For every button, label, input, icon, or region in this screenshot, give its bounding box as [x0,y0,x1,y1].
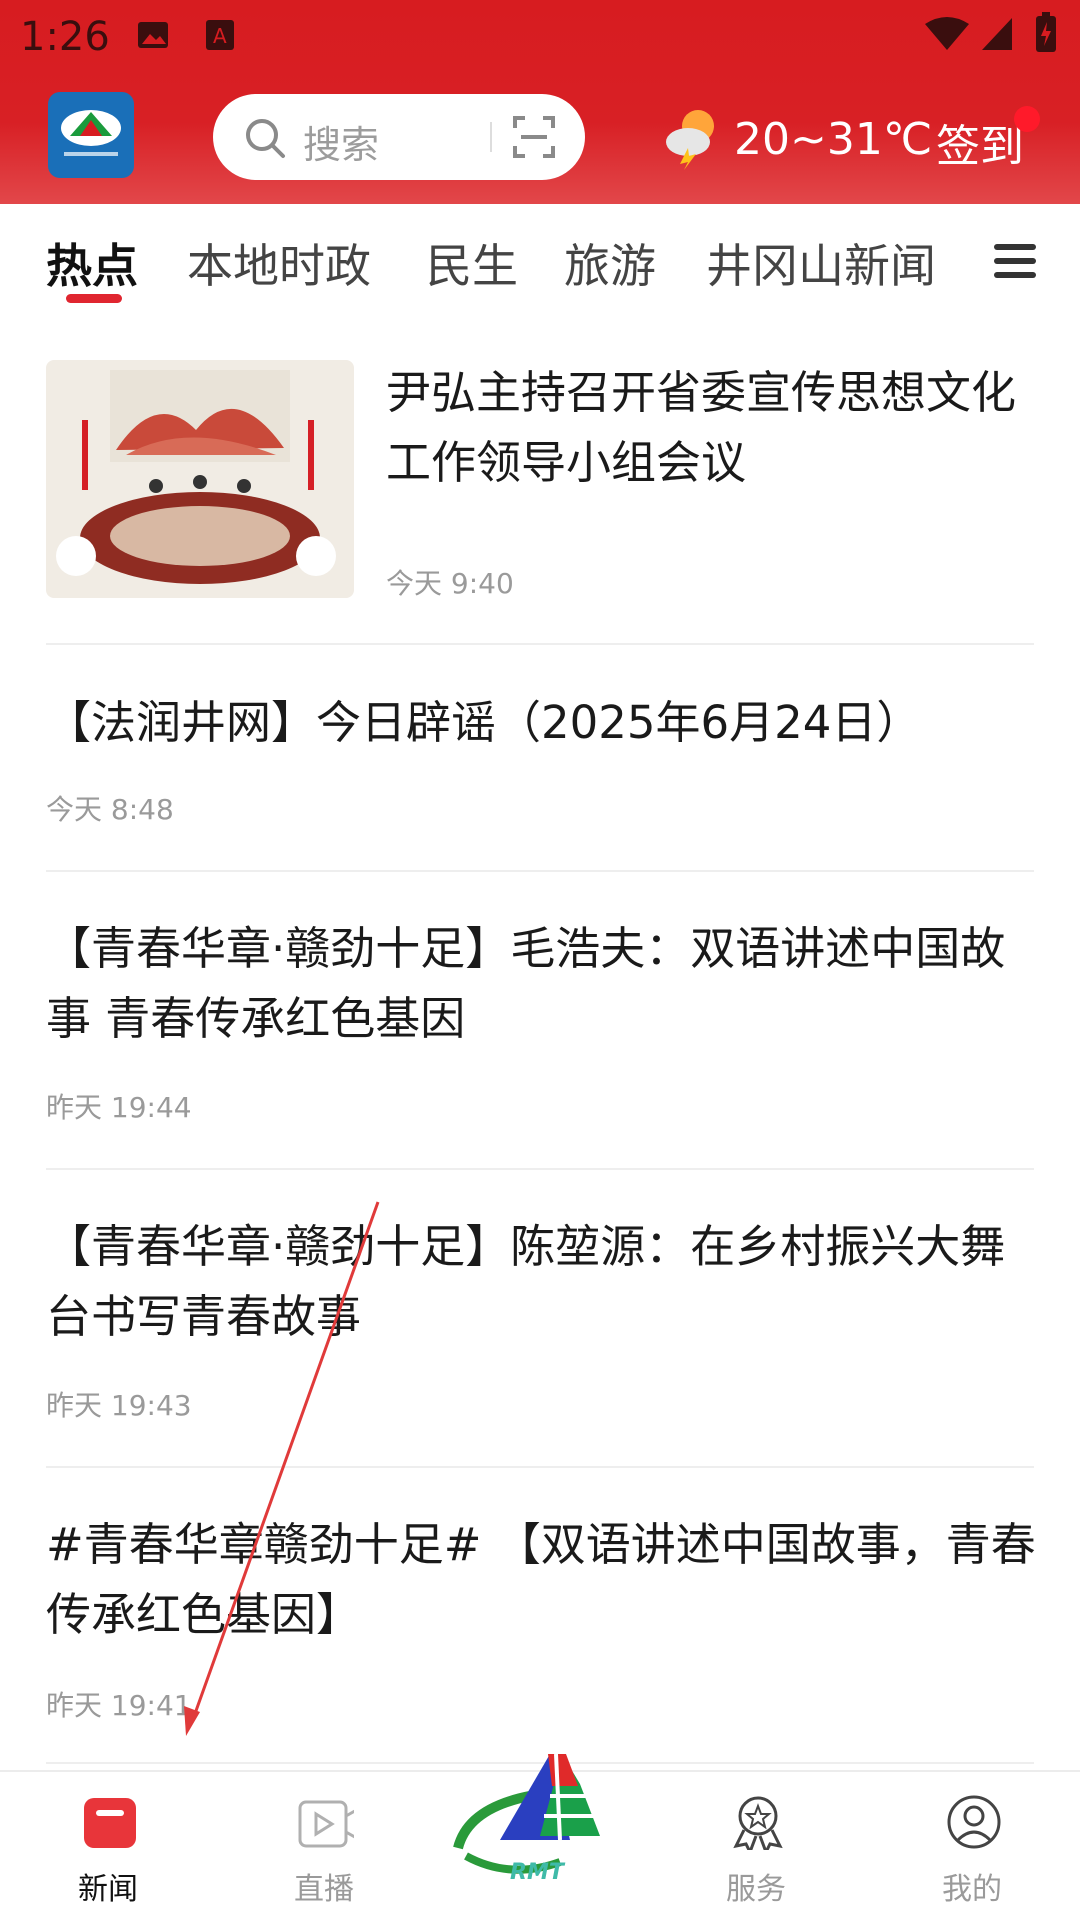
font-notification-icon: A [206,20,234,50]
nav-label: 新闻 [78,1872,138,1907]
tab-hot[interactable]: 热点 [46,230,138,296]
news-time: 今天 8:48 [46,793,174,826]
news-title[interactable]: #青春华章赣劲十足# 【双语讲述中国故事，青春传承红色基因】 [46,1510,1036,1650]
search-input[interactable]: 搜索 [213,94,585,180]
profile-icon [947,1795,1001,1849]
tab-livelihood[interactable]: 民生 [426,230,518,296]
weather-temperature[interactable]: 20~31℃ [734,114,932,165]
live-icon [298,1800,354,1848]
nav-label: 我的 [942,1872,1002,1907]
news-icon [84,1798,136,1848]
status-time: 1:26 [20,14,110,60]
list-divider [46,1466,1034,1468]
svg-text:A: A [213,24,227,48]
nav-service[interactable]: 服务 [676,1772,836,1922]
app-header: 1:26 A 搜索 20~31℃ 签到 [0,0,1080,204]
search-placeholder: 搜索 [303,123,380,167]
news-title[interactable]: 【法润井网】今日辟谣（2025年6月24日） [46,688,1036,758]
tab-tourism[interactable]: 旅游 [564,230,656,296]
list-divider [46,870,1034,872]
news-time: 昨天 19:41 [46,1689,192,1722]
rmt-logo-text: RMT [510,1860,564,1885]
scan-icon[interactable] [511,114,557,160]
search-icon [246,119,285,158]
news-time: 昨天 19:43 [46,1389,192,1422]
tab-local-politics[interactable]: 本地时政 [187,230,371,296]
news-title[interactable]: 【青春华章·赣劲十足】陈堃源：在乡村振兴大舞台书写青春故事 [46,1212,1036,1352]
nav-label: 直播 [294,1872,354,1907]
news-time: 昨天 19:44 [46,1091,192,1124]
gallery-notification-icon [138,22,168,48]
list-divider [46,1168,1034,1170]
nav-news[interactable]: 新闻 [28,1772,188,1922]
signal-icon [982,18,1012,50]
weather-thunderstorm-icon [666,110,714,170]
news-title[interactable]: 【青春华章·赣劲十足】毛浩夫：双语讲述中国故事 青春传承红色基因 [46,914,1036,1054]
channel-tabs: 热点 本地时政 民生 旅游 井冈山新闻 [0,206,1080,316]
center-media-button[interactable]: RMT [440,1740,640,1890]
active-tab-indicator [66,294,122,303]
news-thumbnail[interactable] [46,360,354,598]
news-title[interactable]: 尹弘主持召开省委宣传思想文化工作领导小组会议 [386,358,1036,498]
battery-icon [1036,12,1056,52]
nav-live[interactable]: 直播 [244,1772,404,1922]
nav-label: 服务 [726,1872,786,1907]
tab-jinggangshan-news[interactable]: 井冈山新闻 [706,230,936,296]
search-divider [490,122,492,152]
channel-menu-icon[interactable] [994,244,1036,286]
signin-badge-dot [1014,106,1040,132]
signin-button[interactable]: 签到 [936,110,1024,174]
meeting-photo [46,360,354,598]
nav-profile[interactable]: 我的 [892,1772,1052,1922]
service-icon [733,1796,783,1850]
wifi-icon [925,17,969,50]
list-divider [46,643,1034,645]
news-time: 今天 9:40 [386,567,514,600]
logo-emblem-icon [61,110,121,156]
app-logo[interactable] [48,92,134,178]
